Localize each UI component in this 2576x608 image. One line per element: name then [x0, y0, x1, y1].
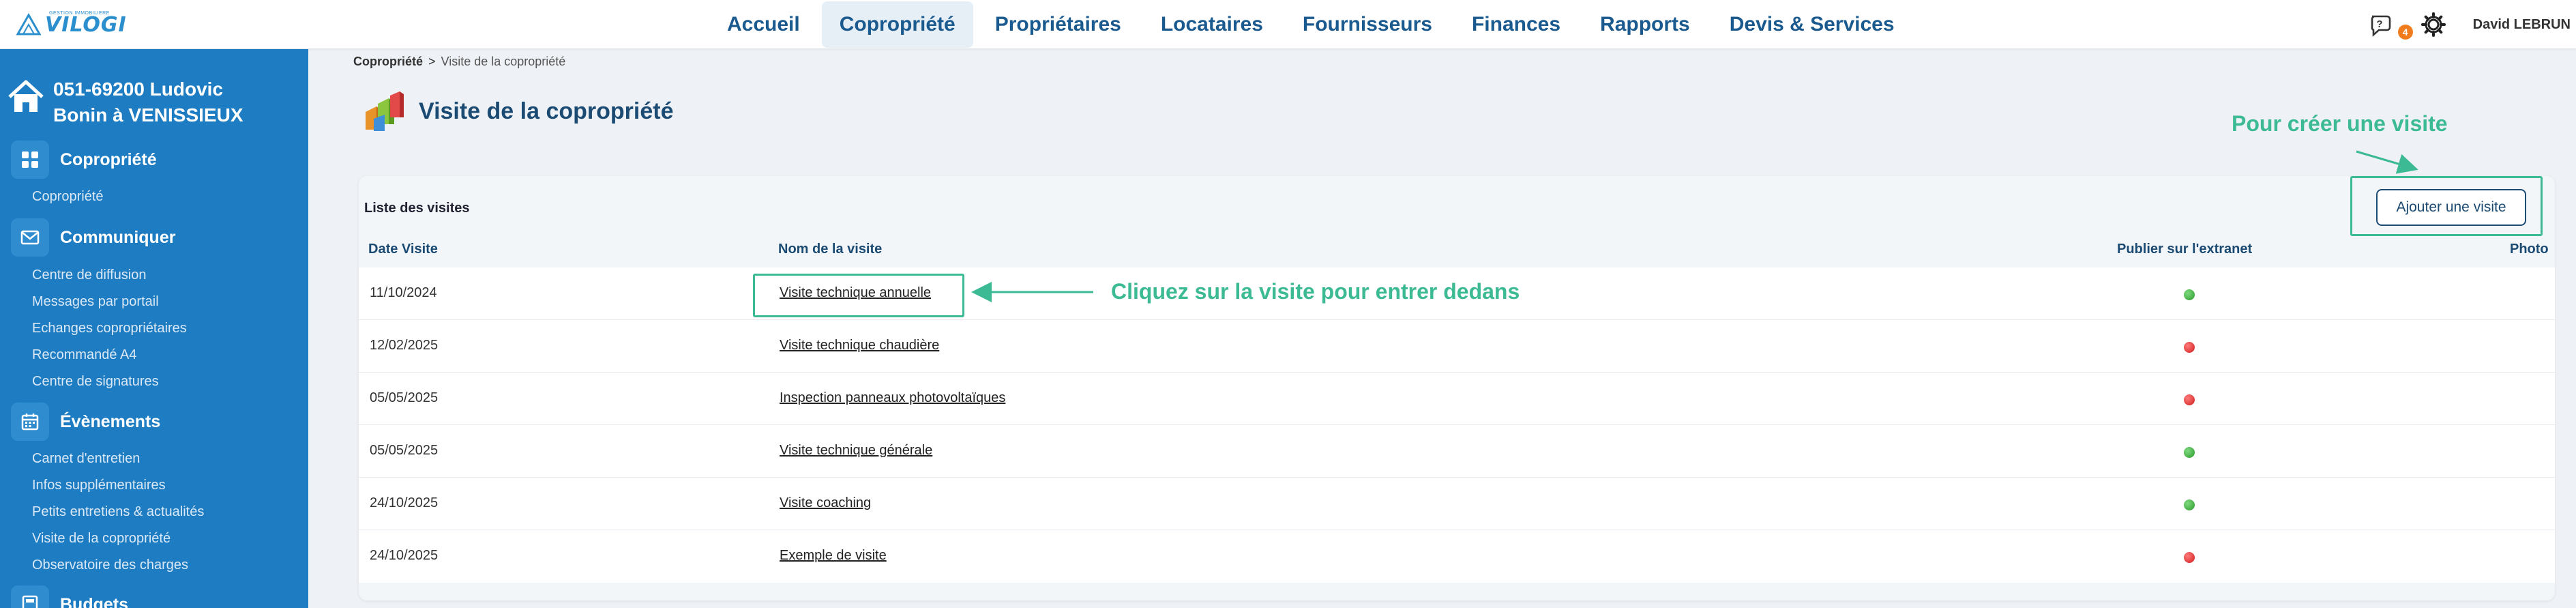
- breadcrumb-parent[interactable]: Copropriété: [353, 55, 423, 68]
- sidebar-section-copropriete[interactable]: Copropriété: [11, 141, 157, 179]
- envelope-icon: [11, 218, 49, 257]
- table-header: Date Visite Nom de la visite Publier sur…: [359, 242, 2555, 263]
- visit-name-link[interactable]: Visite coaching: [780, 495, 871, 511]
- nav-finances[interactable]: Finances: [1454, 1, 1578, 48]
- published-status-red-dot[interactable]: [2184, 342, 2195, 353]
- svg-text:?: ?: [2376, 18, 2382, 30]
- help-button[interactable]: ? 4: [2368, 11, 2413, 40]
- col-publish[interactable]: Publier sur l'extranet: [2117, 242, 2252, 257]
- nav-devis-services[interactable]: Devis & Services: [1712, 1, 1912, 48]
- table-row[interactable]: 12/02/2025 Visite technique chaudière: [359, 320, 2555, 373]
- nav-fournisseurs[interactable]: Fournisseurs: [1285, 1, 1450, 48]
- main-nav: Accueil Copropriété Propriétaires Locata…: [709, 0, 1912, 49]
- calculator-icon: [11, 585, 49, 608]
- visit-name-link[interactable]: Visite technique chaudière: [780, 338, 939, 353]
- visit-date: 24/10/2025: [370, 548, 439, 563]
- buildings-icon: [366, 91, 404, 131]
- vilogi-logo[interactable]: GESTION IMMOBILIERE VILOGI: [15, 10, 127, 40]
- calendar-icon: [11, 403, 49, 441]
- sidebar-item-recommande[interactable]: Recommandé A4: [32, 347, 136, 363]
- visit-date: 11/10/2024: [370, 285, 437, 300]
- sidebar-section-budgets[interactable]: Budgets: [11, 585, 128, 608]
- page-title: Visite de la copropriété: [419, 98, 674, 124]
- published-status-green-dot[interactable]: [2184, 500, 2195, 510]
- sidebar-section-label: Copropriété: [60, 149, 157, 169]
- property-name-line2: Bonin à VENISSIEUX: [53, 104, 243, 126]
- published-status-red-dot[interactable]: [2184, 552, 2195, 563]
- sidebar-item-infos-supplementaires[interactable]: Infos supplémentaires: [32, 478, 166, 493]
- sidebar-item-centre-diffusion[interactable]: Centre de diffusion: [32, 267, 147, 283]
- annotation-add-button-highlight: [2350, 176, 2543, 236]
- visit-date: 24/10/2025: [370, 495, 439, 510]
- help-chat-icon: ?: [2371, 15, 2390, 37]
- arrow-to-add-button: [2356, 150, 2418, 174]
- nav-proprietaires[interactable]: Propriétaires: [977, 1, 1139, 48]
- top-navigation-bar: GESTION IMMOBILIERE VILOGI Accueil Copro…: [0, 0, 2576, 49]
- table-body: 11/10/2024 Visite technique annuelle 12/02…: [359, 267, 2555, 583]
- nav-copropriete[interactable]: Copropriété: [821, 1, 973, 48]
- table-row[interactable]: 24/10/2025 Visite coaching: [359, 478, 2555, 530]
- logo-icon: [16, 12, 42, 35]
- property-name-line1: 051-69200 Ludovic: [53, 78, 224, 100]
- sidebar-item-copropriete[interactable]: Copropriété: [32, 189, 104, 205]
- top-right-controls: ? 4 David LEBRUN: [2368, 0, 2576, 49]
- visit-name-link[interactable]: Exemple de visite: [780, 548, 887, 564]
- col-photo[interactable]: Photo: [2510, 242, 2549, 257]
- list-title: Liste des visites: [364, 201, 470, 216]
- table-row[interactable]: 05/05/2025 Visite technique générale: [359, 425, 2555, 478]
- annotation-click-hint: Cliquez sur la visite pour entrer dedans: [1111, 279, 1520, 304]
- sidebar-item-signatures[interactable]: Centre de signatures: [32, 374, 159, 390]
- grid-icon: [11, 141, 49, 179]
- sidebar-section-communiquer[interactable]: Communiquer: [11, 218, 175, 257]
- page-header: Visite de la copropriété: [363, 91, 674, 131]
- property-header[interactable]: 051-69200 Ludovic Bonin à VENISSIEUX: [7, 76, 243, 128]
- sidebar-item-petits-entretiens[interactable]: Petits entretiens & actualités: [32, 504, 204, 520]
- sidebar: 051-69200 Ludovic Bonin à VENISSIEUX Cop…: [0, 49, 308, 608]
- sidebar-item-observatoire-charges[interactable]: Observatoire des charges: [32, 558, 188, 573]
- sidebar-section-label: Évènements: [60, 411, 161, 431]
- notification-badge: 4: [2397, 25, 2413, 40]
- sidebar-section-evenements[interactable]: Évènements: [11, 403, 160, 441]
- sidebar-item-carnet-entretien[interactable]: Carnet d'entretien: [32, 451, 140, 467]
- gear-icon: [2420, 12, 2446, 37]
- sidebar-section-label: Budgets: [60, 594, 128, 608]
- home-icon: [8, 80, 44, 112]
- breadcrumb-separator: >: [428, 55, 436, 68]
- breadcrumb-current: Visite de la copropriété: [441, 55, 566, 68]
- annotation-create-hint: Pour créer une visite: [2232, 111, 2448, 136]
- property-name: 051-69200 Ludovic Bonin à VENISSIEUX: [53, 76, 243, 128]
- table-row[interactable]: 05/05/2025 Inspection panneaux photovolta…: [359, 373, 2555, 425]
- published-status-red-dot[interactable]: [2184, 394, 2195, 405]
- annotation-visit-highlight: [753, 274, 964, 317]
- sidebar-item-messages-portail[interactable]: Messages par portail: [32, 294, 159, 310]
- visit-name-link[interactable]: Visite technique générale: [780, 443, 932, 459]
- sidebar-section-label: Communiquer: [60, 227, 176, 247]
- visits-list-card: Liste des visites Date Visite Nom de la …: [359, 176, 2555, 600]
- col-name[interactable]: Nom de la visite: [778, 242, 882, 257]
- nav-rapports[interactable]: Rapports: [1582, 1, 1708, 48]
- nav-accueil[interactable]: Accueil: [709, 1, 818, 48]
- sidebar-item-echanges[interactable]: Echanges copropriétaires: [32, 321, 187, 336]
- logo-text: VILOGI: [45, 12, 127, 37]
- col-date[interactable]: Date Visite: [368, 242, 438, 257]
- visit-date: 12/02/2025: [370, 338, 439, 353]
- visit-date: 05/05/2025: [370, 390, 439, 405]
- logo-subtitle: GESTION IMMOBILIERE: [49, 11, 110, 16]
- nav-locataires[interactable]: Locataires: [1143, 1, 1281, 48]
- user-name[interactable]: David LEBRUN: [2473, 17, 2571, 33]
- breadcrumb: Copropriété > Visite de la copropriété: [353, 55, 565, 69]
- visit-name-link[interactable]: Inspection panneaux photovoltaïques: [780, 390, 1005, 406]
- sidebar-item-visite-copropriete[interactable]: Visite de la copropriété: [32, 531, 171, 547]
- published-status-green-dot[interactable]: [2184, 447, 2195, 458]
- settings-button[interactable]: [2420, 11, 2447, 38]
- visit-date: 05/05/2025: [370, 443, 439, 458]
- published-status-green-dot[interactable]: [2184, 289, 2195, 300]
- table-row[interactable]: 24/10/2025 Exemple de visite: [359, 530, 2555, 583]
